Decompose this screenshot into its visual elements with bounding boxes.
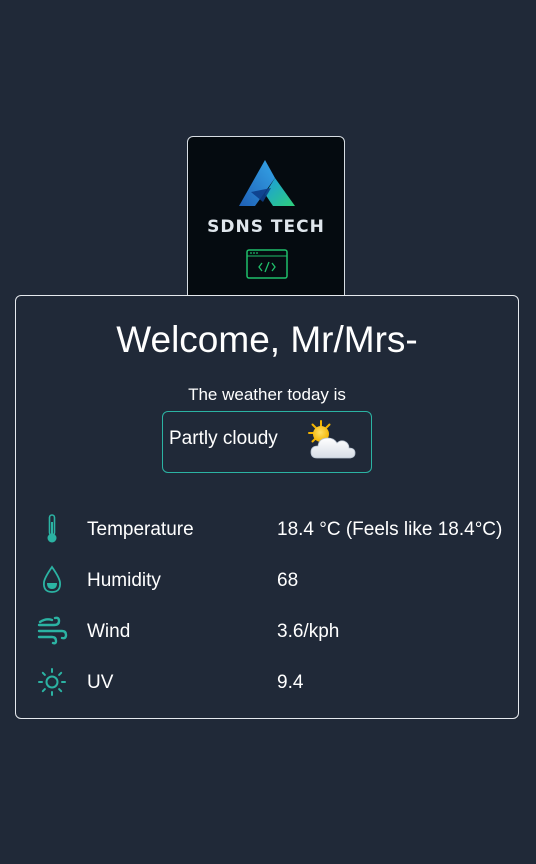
- stat-label: Temperature: [87, 519, 194, 540]
- condition-box: Partly cloudy: [162, 411, 372, 473]
- weather-card: Welcome, Mr/Mrs- The weather today is Pa…: [15, 295, 519, 719]
- stat-value: 9.4: [277, 672, 304, 693]
- thermometer-icon: [47, 514, 57, 543]
- stat-row-wind: Wind 3.6/kph: [16, 611, 518, 651]
- droplet-icon: [43, 565, 61, 593]
- code-window-icon: [246, 249, 288, 279]
- logo-brand-text: SDNS TECH: [207, 217, 325, 237]
- stat-value: 18.4 °C (Feels like 18.4°C): [277, 519, 503, 540]
- sun-icon: [38, 668, 66, 696]
- logo-mark-icon: [239, 160, 295, 206]
- stat-label: Wind: [87, 621, 131, 642]
- weather-intro-text: The weather today is: [188, 385, 346, 404]
- stat-row-uv: UV 9.4: [16, 662, 518, 702]
- stat-label: Humidity: [87, 570, 161, 591]
- wind-icon: [37, 616, 68, 645]
- stat-label: UV: [87, 672, 114, 693]
- stat-value: 68: [277, 570, 299, 591]
- stat-row-temperature: Temperature 18.4 °C (Feels like 18.4°C): [16, 509, 518, 549]
- stat-row-humidity: Humidity 68: [16, 560, 518, 600]
- partly-cloudy-icon: [308, 420, 356, 459]
- brand-logo: SDNS TECH: [187, 136, 345, 301]
- welcome-title: Welcome, Mr/Mrs-: [116, 319, 418, 360]
- condition-label: Partly cloudy: [169, 428, 278, 449]
- stat-value: 3.6/kph: [277, 621, 340, 642]
